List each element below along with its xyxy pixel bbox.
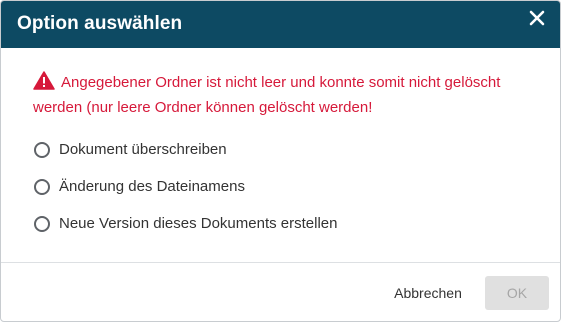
dialog-header: Option auswählen (1, 1, 560, 48)
option-rename-file[interactable]: Änderung des Dateinamens (34, 168, 337, 205)
radio-button[interactable] (34, 141, 50, 158)
option-overwrite-document[interactable]: Dokument überschreiben (34, 131, 337, 168)
ok-button[interactable]: OK (485, 276, 549, 310)
radio-button[interactable] (34, 178, 50, 195)
warning-triangle-icon (33, 71, 55, 90)
option-label: Neue Version dieses Dokuments erstellen (59, 215, 338, 232)
option-label: Änderung des Dateinamens (59, 178, 245, 195)
dialog-body: Angegebener Ordner ist nicht leer und ko… (1, 48, 560, 262)
option-new-version[interactable]: Neue Version dieses Dokuments erstellen (34, 205, 337, 242)
cancel-button[interactable]: Abbrechen (381, 276, 475, 310)
option-label: Dokument überschreiben (59, 141, 227, 158)
dialog-footer: Abbrechen OK (1, 263, 560, 321)
radio-button[interactable] (34, 215, 50, 232)
warning-message: Angegebener Ordner ist nicht leer und ko… (33, 70, 543, 120)
dialog-title: Option auswählen (17, 13, 183, 34)
warning-text: Angegebener Ordner ist nicht leer und ko… (33, 74, 501, 116)
option-dialog: Option auswählen Angegebener Ordner ist … (0, 0, 561, 322)
option-list: Dokument überschreiben Änderung des Date… (34, 131, 337, 242)
close-icon[interactable] (528, 9, 546, 27)
